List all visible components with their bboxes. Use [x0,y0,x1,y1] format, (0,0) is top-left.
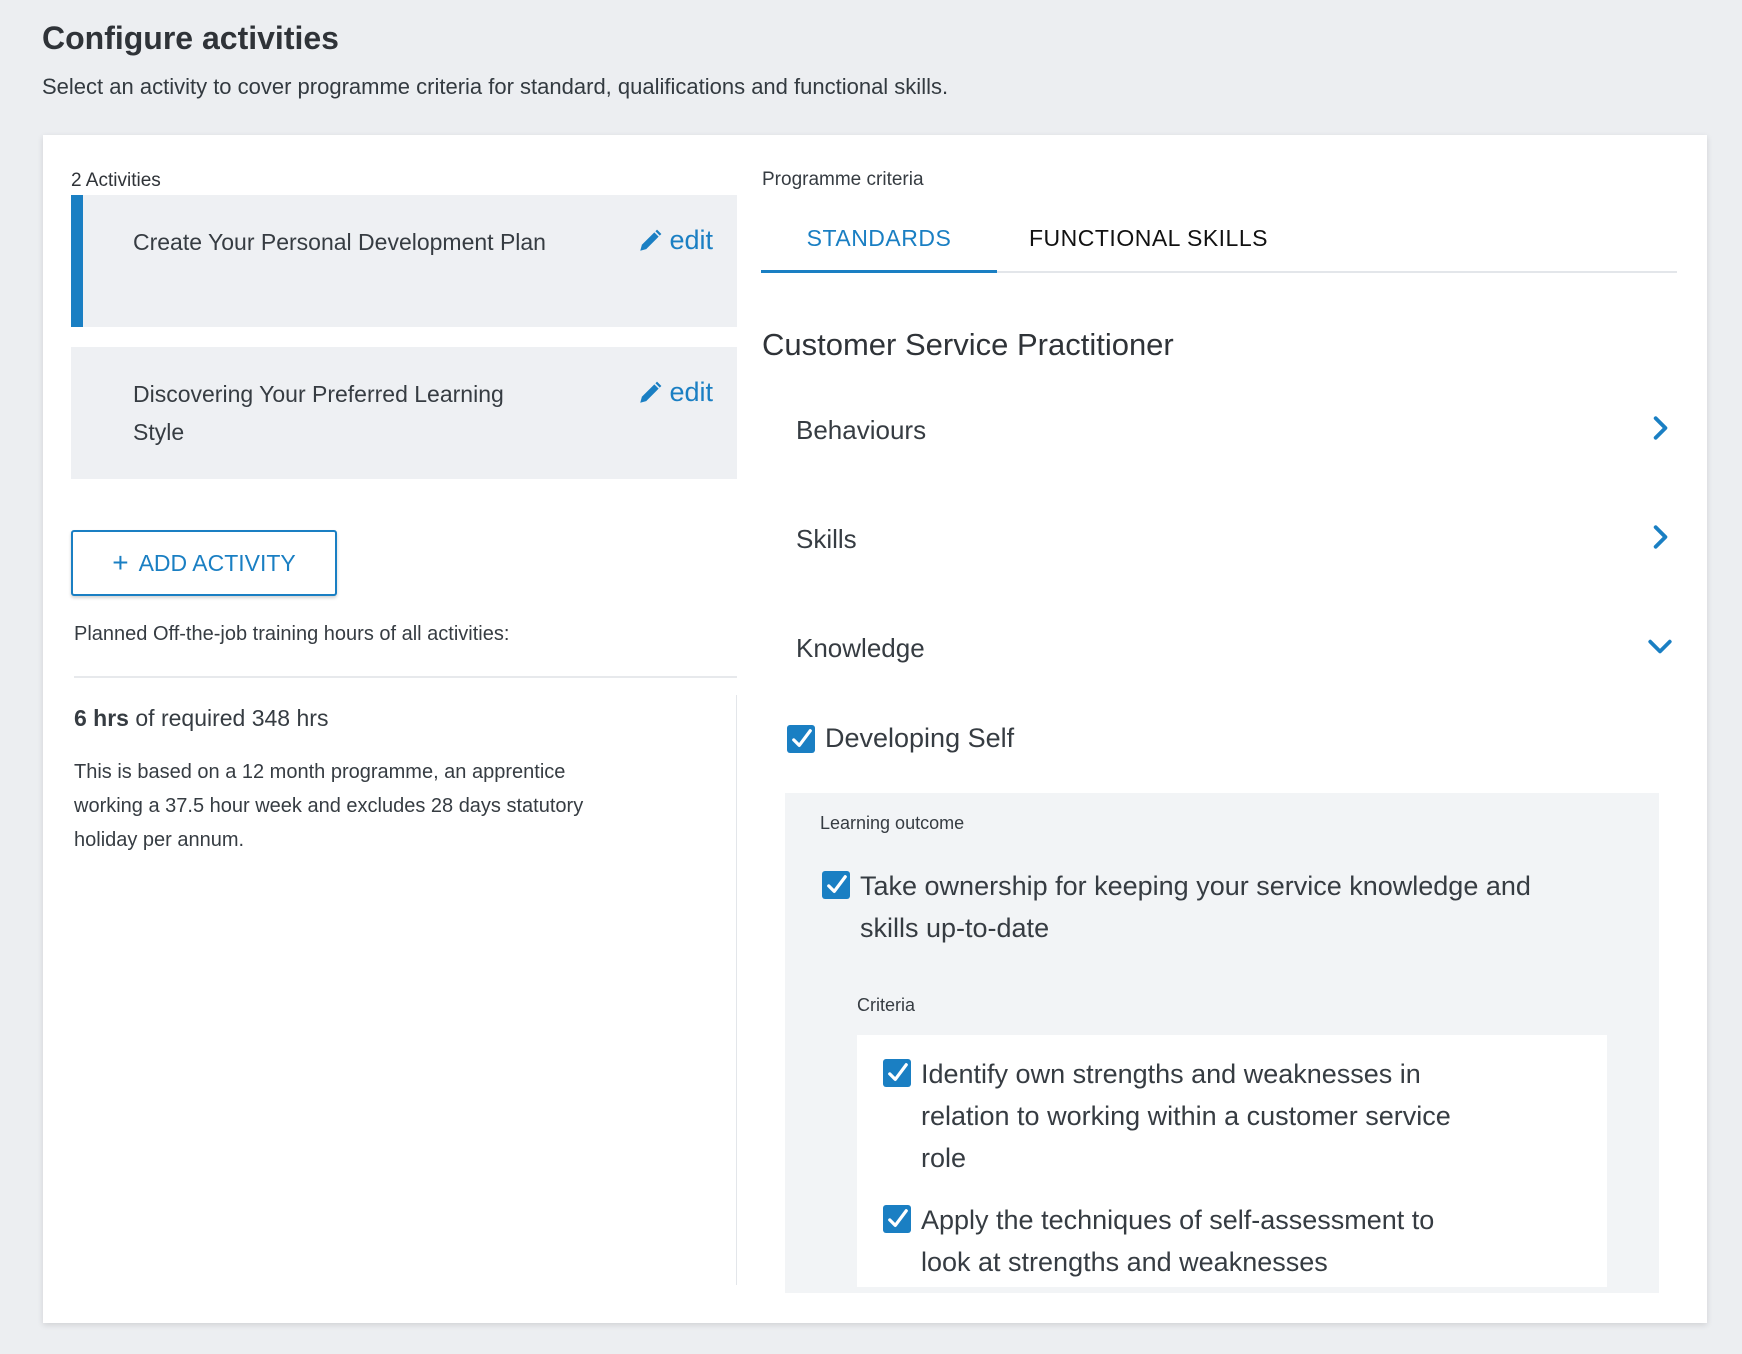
learning-outcome-text: Take ownership for keeping your service … [860,871,1531,943]
criteria-label: Criteria [857,995,916,1015]
programme-criteria-panel: Programme criteria STANDARDS FUNCTIONAL … [761,135,1707,1323]
tab-standards[interactable]: STANDARDS [761,207,997,273]
chevron-right-icon [1653,525,1668,549]
criteria-text: Apply the techniques of self-assessment … [921,1205,1435,1277]
planned-hours-label: Planned Off-the-job training hours of al… [74,623,510,645]
edit-activity-button[interactable]: edit [637,377,713,408]
criteria-text: Identify own strengths and weaknesses in… [921,1059,1451,1173]
learning-outcome-panel: Learning outcome Take ownership for keep… [785,793,1659,1293]
activity-title: Create Your Personal Development Plan [133,229,546,255]
standard-title: Customer Service Practitioner [762,327,1174,362]
criteria-tabs: STANDARDS FUNCTIONAL SKILLS [761,207,1677,273]
add-activity-button[interactable]: + ADD ACTIVITY [71,530,337,596]
activities-count: 2 Activities [71,170,161,191]
hours-note: This is based on a 12 month programme, a… [74,761,584,851]
topic-developing-self: Developing Self [787,723,1014,754]
plus-icon: + [112,547,129,578]
chevron-down-icon [1648,639,1672,654]
criteria-list: Identify own strengths and weaknesses in… [857,1035,1607,1287]
check-icon [888,1209,908,1228]
criteria-item: Identify own strengths and weaknesses in… [883,1059,1463,1179]
section-knowledge[interactable]: Knowledge [761,615,1681,685]
page-subtitle: Select an activity to cover programme cr… [42,74,949,99]
section-skills[interactable]: Skills [761,506,1681,576]
tab-functional-skills[interactable]: FUNCTIONAL SKILLS [1029,207,1268,273]
section-label: Behaviours [796,415,927,445]
criteria-item: Apply the techniques of self-assessment … [883,1205,1463,1283]
activity-item-personal-development-plan[interactable]: Create Your Personal Development Plan ed… [71,195,737,327]
section-label: Skills [796,524,857,554]
activities-panel: 2 Activities Create Your Personal Develo… [43,135,737,1323]
learning-outcome-item: Take ownership for keeping your service … [822,871,1562,949]
divider [74,676,737,678]
add-activity-label: ADD ACTIVITY [138,549,296,576]
planned-hours-value: 6 hrs [74,705,129,731]
configure-card: 2 Activities Create Your Personal Develo… [43,135,1707,1323]
section-behaviours[interactable]: Behaviours [761,397,1681,467]
pencil-icon [640,229,662,251]
checkbox-checked[interactable] [883,1059,911,1087]
check-icon [888,1063,908,1082]
column-divider [736,695,737,1285]
chevron-right-icon [1653,416,1668,440]
activity-title: Discovering Your Preferred Learning Styl… [133,381,504,445]
programme-criteria-label: Programme criteria [762,169,924,190]
check-icon [827,875,847,894]
edit-label: edit [669,377,713,407]
page-title: Configure activities [42,20,339,56]
required-hours-text: of required 348 hrs [128,705,329,731]
edit-activity-button[interactable]: edit [637,225,713,256]
topic-label: Developing Self [825,723,1015,753]
planned-hours-summary: 6 hrs of required 348 hrs [74,705,328,732]
edit-label: edit [669,225,713,255]
check-icon [792,728,812,747]
checkbox-checked[interactable] [883,1205,911,1233]
checkbox-checked[interactable] [822,871,850,899]
pencil-icon [640,381,662,403]
activity-item-learning-style[interactable]: Discovering Your Preferred Learning Styl… [71,347,737,479]
section-label: Knowledge [796,633,925,663]
checkbox-checked[interactable] [787,724,815,753]
learning-outcome-label: Learning outcome [820,813,965,833]
